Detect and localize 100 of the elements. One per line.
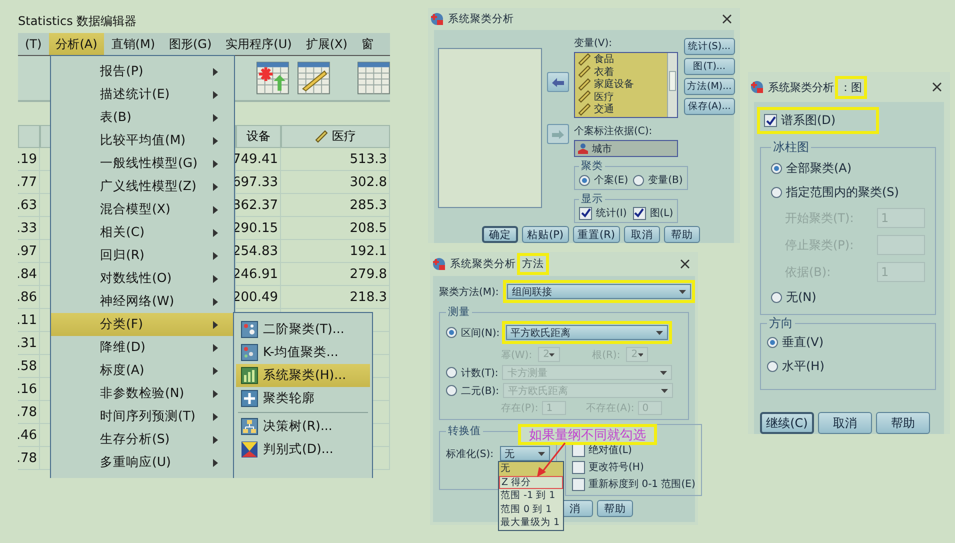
list-option[interactable]: 无 <box>498 462 563 476</box>
dialog-button[interactable]: 确定 <box>482 226 518 243</box>
radio-button[interactable] <box>767 337 778 348</box>
radio-label: 二元(B): <box>461 384 500 398</box>
radio-button[interactable] <box>446 327 457 338</box>
move-button[interactable] <box>547 72 569 92</box>
dialog-button[interactable]: 保存(A)... <box>684 98 735 115</box>
close-icon[interactable] <box>722 14 732 24</box>
radio-button[interactable] <box>771 187 782 198</box>
menu-item[interactable]: 生存分析(S) <box>51 428 234 451</box>
field-label: 个案标注依据(C): <box>574 124 654 138</box>
dialog-button[interactable]: 帮助 <box>876 412 930 434</box>
dropdown[interactable]: 组间联接 <box>506 284 691 299</box>
arrow-icon <box>552 130 564 138</box>
radio-button[interactable] <box>771 292 782 303</box>
radio-button[interactable] <box>579 174 590 186</box>
radio-button[interactable] <box>633 174 644 186</box>
dialog-button[interactable]: 方法(M)... <box>684 78 735 95</box>
radio-button[interactable] <box>767 361 778 372</box>
list-item[interactable]: 医疗 <box>578 90 667 103</box>
dialog-title: 系统聚类分析 <box>448 12 514 26</box>
dialog-button[interactable]: 取消 <box>818 412 872 434</box>
dropdown[interactable]: 平方欧氏距离 <box>506 325 668 340</box>
checkbox[interactable] <box>572 478 585 490</box>
dialog-title: 方法 <box>520 256 546 272</box>
dialog-button[interactable]: 帮助 <box>597 500 633 517</box>
checkbox[interactable] <box>572 460 585 474</box>
checkbox[interactable] <box>579 206 592 220</box>
menu-item[interactable]: 判别式(D)... <box>236 438 370 461</box>
menu-item[interactable]: 对数线性(O) <box>51 267 234 290</box>
dialog-button[interactable]: 帮助 <box>664 226 700 243</box>
table-cell: .19 <box>18 148 40 171</box>
menu-tab[interactable]: 实用程序(U) <box>218 33 299 55</box>
table-cell: .78 <box>18 447 40 470</box>
dialog-button[interactable]: 粘贴(P) <box>522 226 569 243</box>
menu-tab[interactable]: (T) <box>18 33 49 55</box>
menu-tab[interactable]: 分析(A) <box>48 33 104 55</box>
dropdown[interactable]: 无 <box>500 446 550 461</box>
menu-item[interactable]: 描述统计(E) <box>51 83 234 106</box>
caret-icon <box>656 330 663 334</box>
caret-icon <box>678 290 686 294</box>
list-item[interactable]: 家庭设备 <box>578 78 667 90</box>
plus-icon <box>241 390 258 407</box>
menu-item[interactable]: 时间序列预测(T) <box>51 405 234 428</box>
radio-button[interactable] <box>771 163 782 174</box>
submenu-arrow-icon <box>213 68 218 76</box>
menu-item[interactable]: 相关(C) <box>51 221 234 244</box>
menu-item[interactable]: 分类(F) <box>51 313 234 336</box>
menu-item[interactable]: 系统聚类(H)... <box>236 364 370 387</box>
dialog-button[interactable]: 取消 <box>624 226 660 243</box>
dialog-button[interactable]: 继续(C) <box>760 412 814 434</box>
menu-item[interactable]: 降维(D) <box>51 336 234 359</box>
menu-item[interactable]: 一般线性模型(G) <box>51 152 234 175</box>
menu-item[interactable]: 比较平均值(M) <box>51 129 234 152</box>
list-item[interactable]: 衣着 <box>578 66 667 78</box>
menu-item[interactable]: 标度(A) <box>51 359 234 382</box>
radio-label: 区间(N): <box>461 326 500 340</box>
close-icon[interactable] <box>680 259 690 269</box>
dialog-button[interactable]: 统计(S)... <box>684 38 735 55</box>
close-icon[interactable] <box>932 82 942 92</box>
checkbox[interactable] <box>632 206 646 220</box>
menu-item[interactable]: 表(B) <box>51 106 234 129</box>
radio-label: 变量(B) <box>648 174 683 187</box>
input-field[interactable]: 城市 <box>574 140 678 157</box>
menu-item[interactable]: 多重响应(U) <box>51 451 234 474</box>
menu-tab[interactable]: 图形(G) <box>162 33 219 55</box>
list-option[interactable]: 范围 -1 到 1 <box>498 489 563 502</box>
app-icon <box>750 80 764 94</box>
menu-item[interactable]: 二阶聚类(T)... <box>236 318 370 341</box>
menu-tab[interactable]: 窗 <box>354 33 380 55</box>
field-label: 变量(V): <box>574 36 614 50</box>
radio-label: 水平(H) <box>782 358 824 375</box>
table-cell: 200.49 <box>236 286 281 309</box>
list-option[interactable]: 最大量级为 1 <box>498 516 563 530</box>
list-item[interactable]: 交通 <box>578 103 667 116</box>
submenu-arrow-icon <box>213 274 218 282</box>
caret-icon <box>549 352 556 356</box>
radio-label: 指定范围内的聚类(S) <box>786 184 899 201</box>
menu-item[interactable]: 聚类轮廓 <box>236 387 370 410</box>
group-title: 显示 <box>580 192 604 206</box>
menu-item[interactable]: 回归(R) <box>51 244 234 267</box>
submenu-arrow-icon <box>213 458 218 466</box>
menu-item[interactable]: 广义线性模型(Z) <box>51 175 234 198</box>
checkbox[interactable] <box>764 114 777 127</box>
menu-tab[interactable]: 直销(M) <box>104 33 162 55</box>
list-option[interactable]: Z 得分 <box>498 476 563 489</box>
menu-item[interactable]: 决策树(R)... <box>236 415 370 438</box>
table-cell: .46 <box>18 424 40 447</box>
menu-item[interactable]: 混合模型(X) <box>51 198 234 221</box>
menu-item[interactable]: 报告(P) <box>51 60 234 83</box>
table-cell: 513.3 <box>281 148 390 171</box>
dialog-button[interactable]: 图(T)... <box>684 58 735 75</box>
menu-tab[interactable]: 扩展(X) <box>298 33 354 55</box>
list-item[interactable]: 食品 <box>578 53 667 66</box>
menu-item[interactable]: K-均值聚类... <box>236 341 370 364</box>
dialog-button[interactable]: 重置(R) <box>572 226 620 243</box>
submenu-arrow-icon <box>213 344 218 352</box>
menu-item[interactable]: 非参数检验(N) <box>51 382 234 405</box>
menu-item[interactable]: 神经网络(W) <box>51 290 234 313</box>
table-cell: 302.8 <box>281 171 390 194</box>
